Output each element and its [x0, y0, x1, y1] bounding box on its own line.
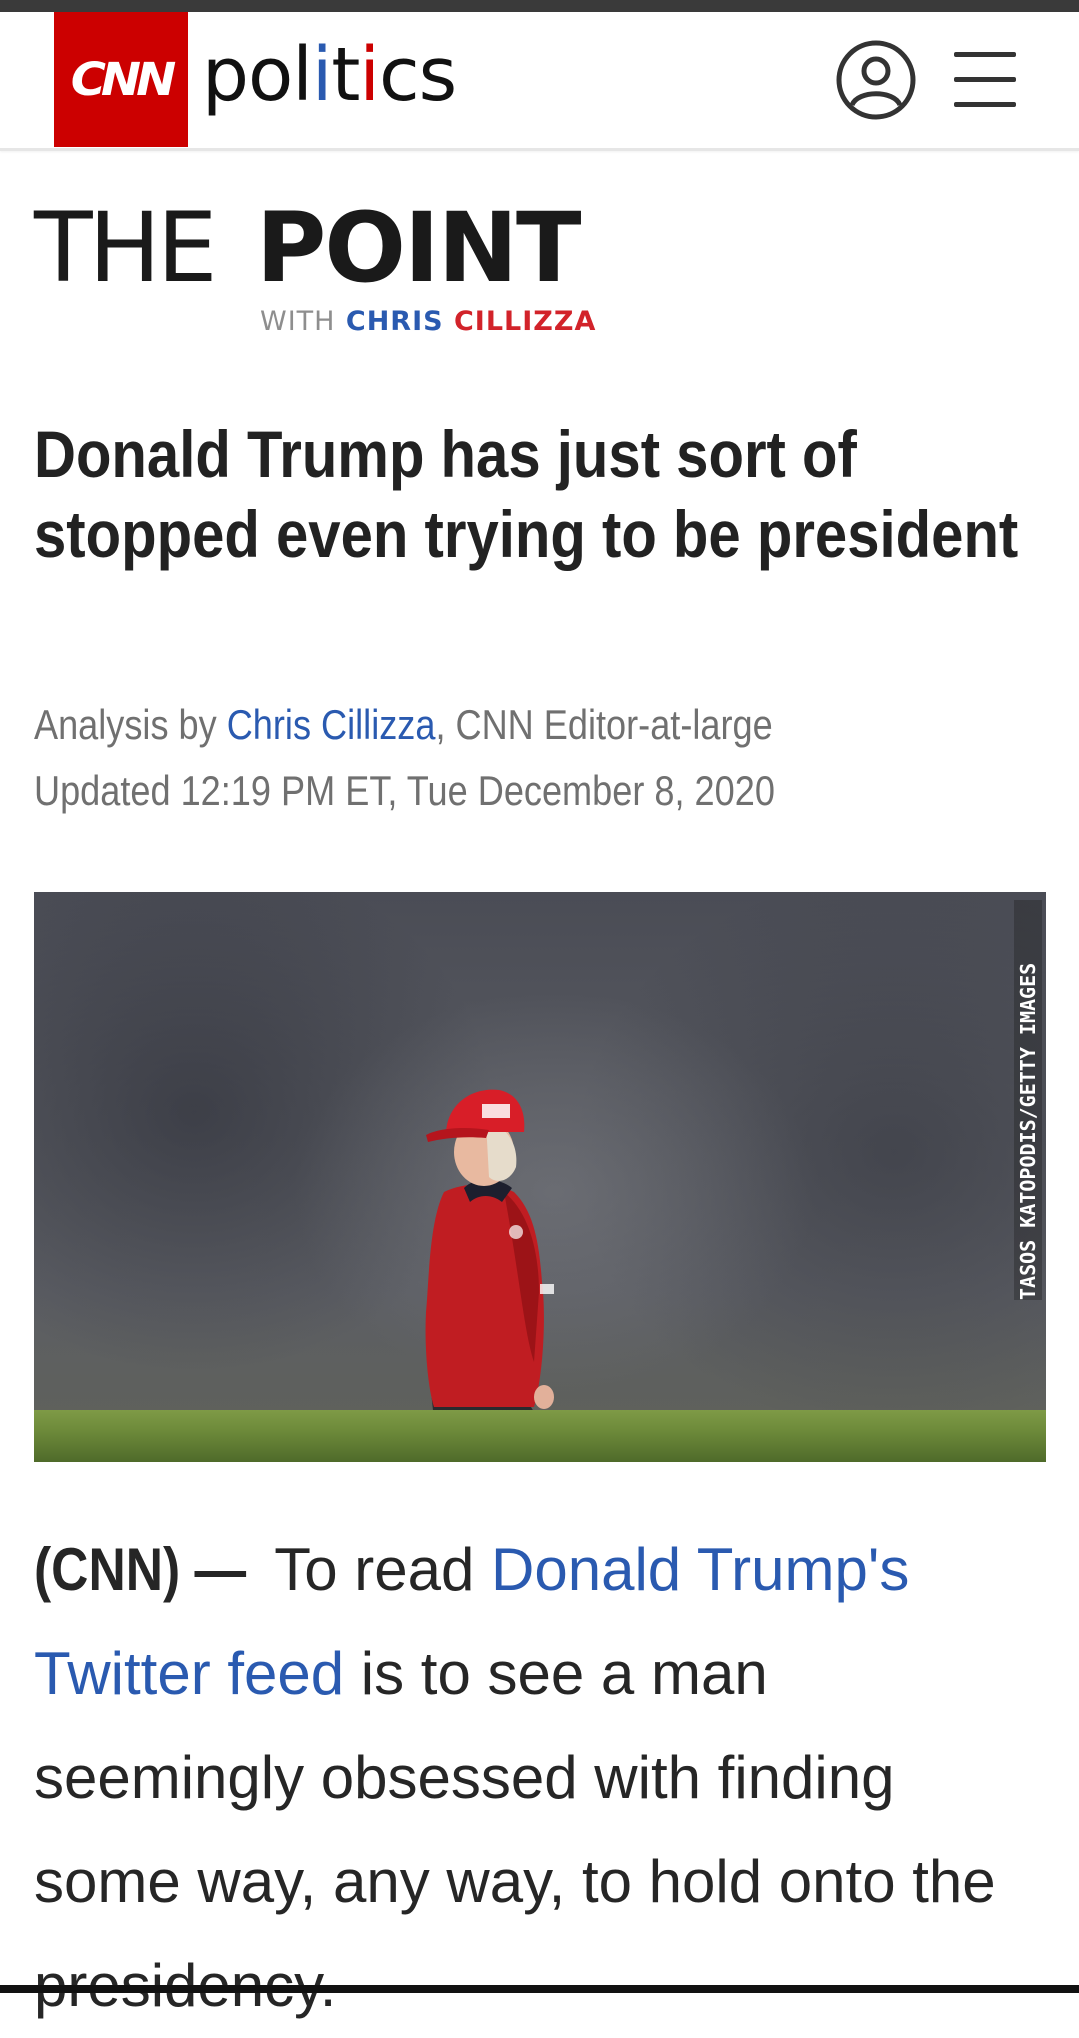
hamburger-menu-button[interactable]	[954, 52, 1016, 108]
cnn-logo[interactable]: CNN	[54, 12, 188, 147]
hamburger-icon	[954, 52, 1016, 107]
section-title-part: cs	[379, 32, 456, 118]
updated-timestamp: Updated 12:19 PM ET, Tue December 8, 202…	[34, 758, 775, 824]
logo-author-first: CHRIS	[346, 306, 444, 337]
account-button[interactable]	[836, 40, 916, 120]
section-title[interactable]: politics	[202, 30, 456, 120]
article-photo[interactable]: TASOS KATOPODIS/GETTY IMAGES	[34, 892, 1046, 1462]
logo-point: POINT	[256, 198, 580, 298]
logo-with: WITH	[260, 306, 335, 337]
user-icon	[836, 40, 916, 120]
status-strip	[0, 0, 1079, 12]
section-title-part: i	[359, 32, 379, 118]
lead-intro: To read	[259, 1536, 491, 1603]
logo-the: THE	[34, 198, 213, 298]
photo-grass	[34, 1410, 1046, 1462]
section-title-part: i	[312, 32, 332, 118]
article-lead-paragraph: (CNN) — To read Donald Trump's Twitter f…	[34, 1518, 1046, 2038]
article-headline: Donald Trump has just sort of stopped ev…	[34, 414, 1037, 574]
author-link[interactable]: Chris Cillizza	[227, 701, 436, 748]
section-title-part: t	[331, 32, 359, 118]
byline-suffix: , CNN Editor-at-large	[435, 701, 772, 748]
photo-credit: TASOS KATOPODIS/GETTY IMAGES	[1014, 900, 1042, 1300]
logo-author-last: CILLIZZA	[454, 306, 596, 337]
bottom-bar	[0, 1985, 1079, 1993]
byline-line: Analysis by Chris Cillizza, CNN Editor-a…	[34, 692, 775, 758]
article-byline: Analysis by Chris Cillizza, CNN Editor-a…	[34, 692, 775, 824]
cnn-logo-text: CNN	[71, 53, 172, 106]
photo-subject	[34, 892, 1046, 1462]
dateline: (CNN) —	[34, 1518, 246, 1622]
byline-prefix: Analysis by	[34, 701, 227, 748]
section-title-part: pol	[202, 32, 312, 118]
logo-byline: WITH CHRIS CILLIZZA	[260, 306, 596, 337]
site-header: CNN politics	[0, 12, 1079, 151]
the-point-logo[interactable]: THE POINT WITH CHRIS CILLIZZA	[34, 198, 634, 348]
